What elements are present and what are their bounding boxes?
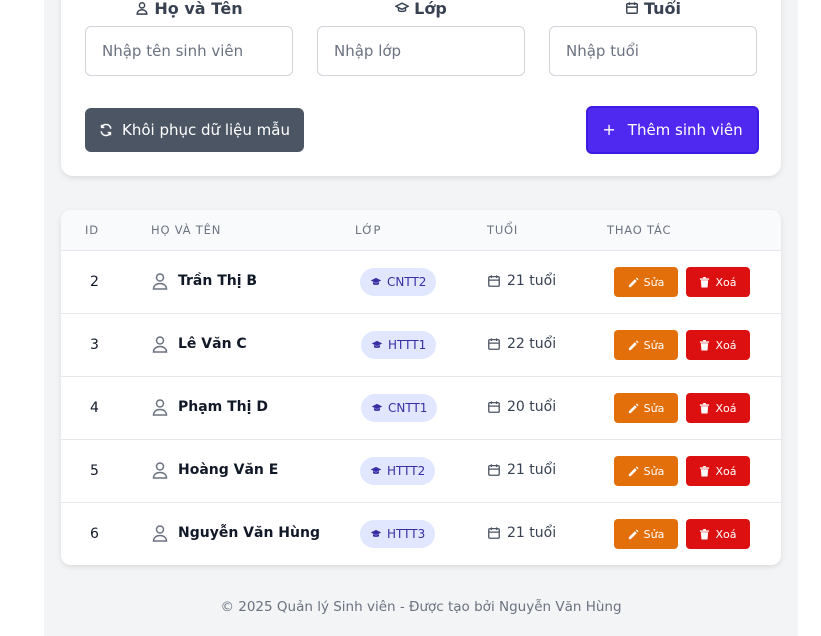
user-icon: [152, 525, 168, 542]
class-badge: HTTT3: [360, 520, 436, 548]
table-row: 3 Lê Văn C HTTT1 22 tuổi Sửa Xoá: [61, 314, 781, 377]
edit-button[interactable]: Sửa: [614, 267, 678, 297]
pencil-icon: [628, 276, 639, 287]
student-name: Nguyễn Văn Hùng: [151, 524, 320, 542]
trash-icon: [700, 465, 710, 477]
add-student-button[interactable]: + Thêm sinh viên: [586, 106, 759, 154]
calendar-icon: [488, 527, 500, 539]
student-id: 4: [90, 400, 99, 416]
delete-button[interactable]: Xoá: [686, 393, 750, 423]
student-name: Trần Thị B: [151, 272, 257, 290]
student-age: 21 tuổi: [487, 273, 556, 289]
graduation-cap-icon: [371, 340, 383, 348]
pencil-icon: [628, 465, 639, 476]
graduation-cap-icon: [370, 529, 382, 537]
user-icon: [152, 399, 168, 416]
student-age: 20 tuổi: [487, 399, 556, 415]
header-actions: Thao tác: [607, 223, 672, 237]
age-field-label: Tuổi: [549, 0, 757, 18]
edit-button[interactable]: Sửa: [614, 519, 678, 549]
plus-icon: +: [602, 120, 616, 139]
graduation-cap-icon: [371, 403, 383, 411]
student-age: 21 tuổi: [487, 462, 556, 478]
class-badge: HTTT2: [360, 457, 436, 485]
trash-icon: [700, 339, 710, 351]
student-id: 2: [90, 274, 99, 290]
calendar-icon: [626, 2, 638, 14]
delete-button[interactable]: Xoá: [686, 330, 750, 360]
trash-icon: [700, 276, 710, 288]
student-age: 21 tuổi: [487, 525, 556, 541]
student-id: 6: [90, 526, 99, 542]
footer-text: © 2025 Quản lý Sinh viên - Được tạo bởi …: [220, 599, 622, 615]
calendar-icon: [488, 401, 500, 413]
student-name: Lê Văn C: [151, 335, 247, 353]
table-row: 2 Trần Thị B CNTT2 21 tuổi Sửa Xoá: [61, 251, 781, 314]
student-id: 3: [90, 337, 99, 353]
graduation-cap-icon: [395, 2, 410, 13]
class-badge: CNTT1: [361, 394, 438, 422]
header-id: ID: [85, 223, 99, 237]
class-badge: CNTT2: [360, 268, 437, 296]
table-row: 5 Hoàng Văn E HTTT2 21 tuổi Sửa Xoá: [61, 440, 781, 503]
table-row: 4 Phạm Thị D CNTT1 20 tuổi Sửa Xoá: [61, 377, 781, 440]
header-age: Tuổi: [487, 223, 519, 237]
calendar-icon: [488, 464, 500, 476]
edit-button[interactable]: Sửa: [614, 330, 678, 360]
pencil-icon: [628, 402, 639, 413]
calendar-icon: [488, 338, 500, 350]
age-input[interactable]: [549, 26, 757, 76]
pencil-icon: [628, 528, 639, 539]
calendar-icon: [488, 275, 500, 287]
student-age: 22 tuổi: [487, 336, 556, 352]
user-icon: [136, 2, 148, 15]
class-input[interactable]: [317, 26, 525, 76]
reset-sample-data-button[interactable]: Khôi phục dữ liệu mẫu: [85, 108, 304, 152]
header-name: Họ và tên: [151, 223, 222, 237]
user-icon: [152, 462, 168, 479]
table-row: 6 Nguyễn Văn Hùng HTTT3 21 tuổi Sửa Xoá: [61, 503, 781, 565]
user-icon: [152, 273, 168, 290]
pencil-icon: [628, 339, 639, 350]
student-table: ID Họ và tên Lớp Tuổi Thao tác 2 Trần Th…: [61, 210, 781, 565]
name-input[interactable]: [85, 26, 293, 76]
edit-button[interactable]: Sửa: [614, 456, 678, 486]
edit-button[interactable]: Sửa: [614, 393, 678, 423]
refresh-icon: [100, 123, 112, 137]
trash-icon: [700, 402, 710, 414]
student-name: Hoàng Văn E: [151, 461, 278, 479]
header-class: Lớp: [355, 223, 382, 237]
graduation-cap-icon: [370, 466, 382, 474]
student-id: 5: [90, 463, 99, 479]
trash-icon: [700, 528, 710, 540]
class-badge: HTTT1: [361, 331, 437, 359]
table-header: ID Họ và tên Lớp Tuổi Thao tác: [61, 210, 781, 251]
user-icon: [152, 336, 168, 353]
delete-button[interactable]: Xoá: [686, 456, 750, 486]
student-name: Phạm Thị D: [151, 398, 268, 416]
class-field-label: Lớp: [317, 0, 525, 18]
name-field-label: Họ và Tên: [85, 0, 293, 18]
delete-button[interactable]: Xoá: [686, 519, 750, 549]
graduation-cap-icon: [370, 277, 382, 285]
delete-button[interactable]: Xoá: [686, 267, 750, 297]
